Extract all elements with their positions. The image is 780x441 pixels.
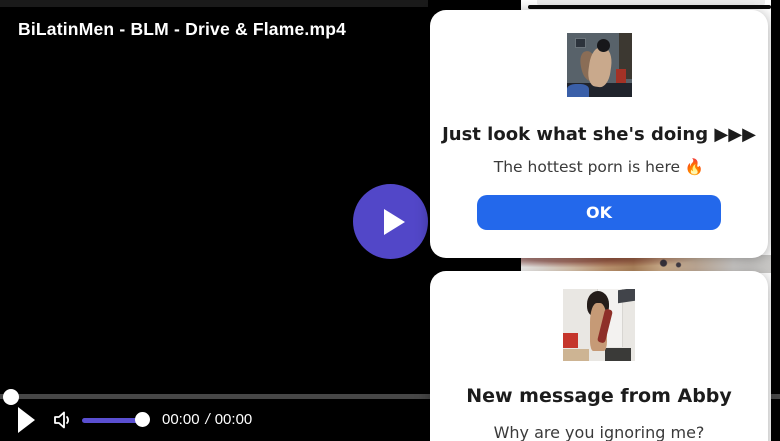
video-title: BiLatinMen - BLM - Drive & Flame.mp4 bbox=[18, 19, 347, 39]
popup1-thumbnail-image[interactable] bbox=[566, 33, 632, 97]
thumb1-blue-cloth bbox=[566, 84, 589, 97]
time-separator: / bbox=[205, 411, 210, 428]
popup-ad-card-1: Just look what she's doing ▶▶▶ The hotte… bbox=[430, 10, 768, 258]
player-top-strip bbox=[0, 0, 428, 7]
volume-thumb[interactable] bbox=[135, 412, 150, 427]
popup2-thumbnail-image[interactable] bbox=[563, 289, 635, 361]
popup2-title: New message from Abby bbox=[466, 385, 732, 407]
ok-button[interactable]: OK bbox=[477, 195, 721, 230]
play-button[interactable] bbox=[18, 407, 35, 433]
popup2-subtitle: Why are you ignoring me? bbox=[493, 423, 705, 441]
popup1-title: Just look what she's doing ▶▶▶ bbox=[442, 124, 756, 145]
thumb2-red-box bbox=[563, 333, 578, 348]
popup-ad-card-2: New message from Abby Why are you ignori… bbox=[430, 271, 768, 441]
popup1-subtitle: The hottest porn is here 🔥 bbox=[493, 158, 705, 176]
time-display: 00:00/00:00 bbox=[162, 411, 252, 428]
play-icon bbox=[383, 208, 405, 235]
thumb1-picture-frame bbox=[574, 38, 586, 48]
volume-low-icon[interactable] bbox=[51, 408, 75, 432]
thumb2-dark-objects bbox=[605, 348, 631, 361]
current-time: 00:00 bbox=[162, 411, 200, 428]
big-play-button[interactable] bbox=[353, 184, 428, 259]
ad-panel-divider-bar bbox=[528, 5, 771, 9]
progress-thumb[interactable] bbox=[3, 389, 19, 405]
thumb1-hair bbox=[596, 39, 610, 52]
duration: 00:00 bbox=[214, 411, 253, 428]
thumb2-floor bbox=[563, 349, 589, 361]
thumb2-tv bbox=[618, 289, 635, 304]
